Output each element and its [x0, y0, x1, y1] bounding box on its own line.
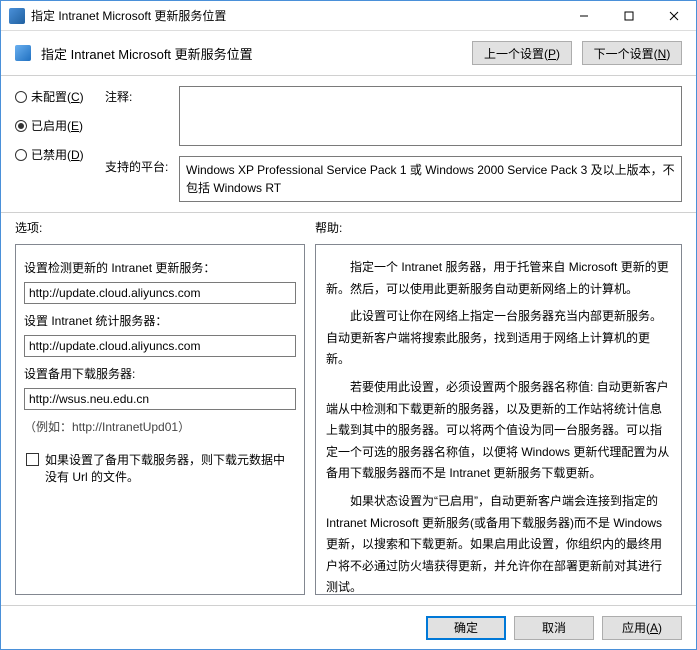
help-paragraph: 若要使用此设置，必须设置两个服务器名称值: 自动更新客户端从中检测和下载更新的服… — [326, 377, 671, 485]
stats-server-input[interactable] — [24, 335, 296, 357]
ok-button[interactable]: 确定 — [426, 616, 506, 640]
comment-textarea[interactable] — [179, 86, 682, 146]
policy-icon — [15, 45, 31, 61]
panels-header: 选项: 帮助: — [1, 213, 696, 240]
options-heading: 选项: — [15, 219, 315, 236]
apply-button[interactable]: 应用(A) — [602, 616, 682, 640]
detect-service-label: 设置检测更新的 Intranet 更新服务： — [24, 259, 296, 276]
titlebar: 指定 Intranet Microsoft 更新服务位置 — [1, 1, 696, 31]
previous-setting-button[interactable]: 上一个设置(P) — [472, 41, 572, 65]
radio-disabled[interactable]: 已禁用(D) — [15, 146, 95, 163]
help-paragraph: 此设置可让你在网络上指定一台服务器充当内部更新服务。自动更新客户端将搜索此服务，… — [326, 306, 671, 371]
alt-download-input[interactable] — [24, 388, 296, 410]
radio-enabled[interactable]: 已启用(E) — [15, 117, 95, 134]
comment-label: 注释: — [105, 86, 171, 105]
config-area: 未配置(C) 已启用(E) 已禁用(D) 注释: 支持的平台: Windows … — [1, 76, 696, 213]
radio-group: 未配置(C) 已启用(E) 已禁用(D) — [15, 86, 95, 202]
dialog-footer: 确定 取消 应用(A) — [1, 605, 696, 649]
nourl-checkbox-label: 如果设置了备用下载服务器，则下载元数据中没有 Url 的文件。 — [45, 451, 296, 485]
dialog-window: 指定 Intranet Microsoft 更新服务位置 指定 Intranet… — [0, 0, 697, 650]
help-panel: 指定一个 Intranet 服务器，用于托管来自 Microsoft 更新的更新… — [315, 244, 682, 595]
example-text: （例如：http://IntranetUpd01） — [24, 418, 296, 435]
policy-title: 指定 Intranet Microsoft 更新服务位置 — [41, 44, 462, 63]
cancel-button[interactable]: 取消 — [514, 616, 594, 640]
alt-download-label: 设置备用下载服务器: — [24, 365, 296, 382]
maximize-button[interactable] — [606, 1, 651, 30]
help-heading: 帮助: — [315, 219, 342, 236]
close-button[interactable] — [651, 1, 696, 30]
minimize-button[interactable] — [561, 1, 606, 30]
help-paragraph: 指定一个 Intranet 服务器，用于托管来自 Microsoft 更新的更新… — [326, 257, 671, 300]
platform-label: 支持的平台: — [105, 156, 171, 175]
options-panel: 设置检测更新的 Intranet 更新服务： 设置 Intranet 统计服务器… — [15, 244, 305, 595]
next-setting-button[interactable]: 下一个设置(N) — [582, 41, 682, 65]
nourl-checkbox[interactable] — [26, 453, 39, 466]
window-title: 指定 Intranet Microsoft 更新服务位置 — [31, 7, 561, 24]
help-paragraph: 如果状态设置为“已启用”，自动更新客户端会连接到指定的 Intranet Mic… — [326, 491, 671, 595]
detect-service-input[interactable] — [24, 282, 296, 304]
dialog-header: 指定 Intranet Microsoft 更新服务位置 上一个设置(P) 下一… — [1, 31, 696, 76]
panels: 设置检测更新的 Intranet 更新服务： 设置 Intranet 统计服务器… — [1, 240, 696, 605]
radio-not-configured[interactable]: 未配置(C) — [15, 88, 95, 105]
stats-server-label: 设置 Intranet 统计服务器： — [24, 312, 296, 329]
app-icon — [9, 8, 25, 24]
supported-platform-text: Windows XP Professional Service Pack 1 或… — [179, 156, 682, 202]
